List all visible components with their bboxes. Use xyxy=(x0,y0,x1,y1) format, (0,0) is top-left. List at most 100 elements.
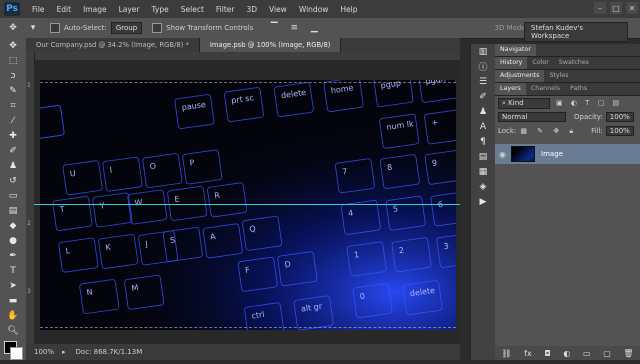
tab-channels[interactable]: Channels xyxy=(526,83,565,95)
tab-swatches[interactable]: Swatches xyxy=(554,57,594,69)
character-panel-icon[interactable]: A xyxy=(471,119,495,134)
tab-adjustments[interactable]: Adjustments xyxy=(495,70,545,82)
workspace-dropdown[interactable]: Stefan Kudev's Workspace xyxy=(524,22,628,42)
crop-tool-icon[interactable]: ⌗ xyxy=(0,98,26,113)
right-panel-dock: Navigator History Color Swatches Adjustm… xyxy=(495,44,640,360)
menu-file[interactable]: File xyxy=(26,5,51,14)
pen-tool-icon[interactable]: ✒ xyxy=(0,248,26,263)
menu-image[interactable]: Image xyxy=(77,5,113,14)
clone-stamp-icon[interactable]: ♟ xyxy=(0,158,26,173)
collapsed-panels: ▥ ⓘ ☰ ✐ ♟ A ¶ ▤ ▦ ◈ ▶ xyxy=(470,44,495,360)
healing-brush-icon[interactable]: ✚ xyxy=(0,128,26,143)
layer-filter-row: ⌕ Kind ▣ ◐ T ▢ ▤ xyxy=(495,96,640,110)
document-tabs: Our Company.psd @ 34.2% (Image, RGB/8) *… xyxy=(26,38,460,52)
keycap-label: W xyxy=(134,198,143,208)
folder-icon[interactable]: ▭ xyxy=(583,349,591,358)
menu-filter[interactable]: Filter xyxy=(210,5,241,14)
history-brush-icon[interactable]: ↺ xyxy=(0,173,26,188)
color-swatches[interactable] xyxy=(0,338,26,364)
layer-row-image[interactable]: ◉ Image xyxy=(495,144,640,164)
zoom-level[interactable]: 100% xyxy=(26,348,62,356)
clone-source-icon[interactable]: ♟ xyxy=(471,104,495,119)
actions-panel-icon[interactable]: ▶ xyxy=(471,194,495,209)
document-canvas[interactable]: pause prt sc delete home pgup pgdn num lk +7 8 9 4… xyxy=(40,80,456,330)
hand-tool-icon[interactable]: ✋ xyxy=(0,308,26,323)
eyedropper-icon[interactable]: ⁄ xyxy=(0,113,26,128)
brush-panel-icon[interactable]: ✐ xyxy=(471,89,495,104)
close-icon[interactable]: ✕ xyxy=(626,2,638,14)
3d-panel-icon[interactable]: ◈ xyxy=(471,179,495,194)
move-tool-icon[interactable]: ✥ xyxy=(0,38,26,53)
dodge-tool-icon[interactable]: ● xyxy=(0,233,26,248)
tab-layers[interactable]: Layers xyxy=(495,83,526,95)
menu-edit[interactable]: Edit xyxy=(51,5,78,14)
background-color[interactable] xyxy=(10,347,23,360)
menu-type[interactable]: Type xyxy=(146,5,175,14)
show-transform-checkbox[interactable] xyxy=(152,23,163,33)
tab-our-company[interactable]: Our Company.psd @ 34.2% (Image, RGB/8) * xyxy=(26,38,200,52)
blur-tool-icon[interactable]: ◆ xyxy=(0,218,26,233)
menu-layer[interactable]: Layer xyxy=(113,5,146,14)
notes-panel-icon[interactable]: ▤ xyxy=(471,149,495,164)
tab-image[interactable]: Image.psb @ 100% (Image, RGB/8) xyxy=(199,38,342,52)
mask-icon[interactable]: ◘ xyxy=(544,349,550,358)
auto-select-dropdown[interactable]: Group xyxy=(110,22,143,34)
keycap-label: ctrl xyxy=(251,310,265,321)
history-group: History Color Swatches xyxy=(495,57,640,70)
guide-horizontal-1[interactable] xyxy=(34,204,460,205)
quick-select-icon[interactable]: ✎ xyxy=(0,83,26,98)
gradient-tool-icon[interactable]: ▤ xyxy=(0,203,26,218)
tool-preset-dropdown-icon[interactable]: ▾ xyxy=(26,22,40,34)
adjustment-icon[interactable]: ◐ xyxy=(563,349,570,358)
menu-3d[interactable]: 3D xyxy=(240,5,263,14)
ruler-label-1: 1 xyxy=(27,82,31,89)
paragraph-panel-icon[interactable]: ¶ xyxy=(471,134,495,149)
info-panel-icon[interactable]: ⓘ xyxy=(471,59,495,74)
link-icon[interactable]: ⛓ xyxy=(501,349,511,358)
filter-icons[interactable]: ▣ ◐ T ▢ ▤ xyxy=(556,99,622,107)
layers-group: Layers Channels Paths xyxy=(495,83,640,96)
new-layer-icon[interactable]: ▢ xyxy=(603,349,611,358)
tools-panel: ✥ ⬚ ↄ ✎ ⌗ ⁄ ✚ ✐ ♟ ↺ ▭ ▤ ◆ ● ✒ T ➤ ▬ ✋ 🔍︎ xyxy=(0,38,27,360)
eraser-tool-icon[interactable]: ▭ xyxy=(0,188,26,203)
lock-icons[interactable]: ▦ ✎ ✥ 🔒︎ xyxy=(520,127,577,136)
menu-view[interactable]: View xyxy=(263,5,293,14)
tab-history[interactable]: History xyxy=(495,57,528,69)
properties-panel-icon[interactable]: ☰ xyxy=(471,74,495,89)
lock-row: Lock: ▦ ✎ ✥ 🔒︎ Fill: 100% xyxy=(495,124,640,138)
maximize-icon[interactable]: □ xyxy=(610,2,622,14)
fx-icon[interactable]: fx xyxy=(524,349,532,358)
menu-select[interactable]: Select xyxy=(175,5,210,14)
trash-icon[interactable]: 🗑︎ xyxy=(623,349,633,358)
doc-size: Doc: 868.7K/1.13M xyxy=(75,348,143,356)
tab-color[interactable]: Color xyxy=(527,57,553,69)
eye-icon[interactable]: ◉ xyxy=(499,150,506,159)
align-middle-icon[interactable]: ≡ xyxy=(287,22,301,34)
path-select-icon[interactable]: ➤ xyxy=(0,278,26,293)
shape-tool-icon[interactable]: ▬ xyxy=(0,293,26,308)
align-top-icon[interactable]: ▔ xyxy=(267,22,281,34)
lock-label: Lock: xyxy=(498,127,517,135)
blend-mode-dropdown[interactable]: Normal xyxy=(498,112,566,122)
app-logo: Ps xyxy=(4,2,20,16)
minimize-icon[interactable]: – xyxy=(594,2,606,14)
opacity-field[interactable]: 100% xyxy=(605,112,634,122)
brush-tool-icon[interactable]: ✐ xyxy=(0,143,26,158)
align-bottom-icon[interactable]: ▁ xyxy=(307,22,321,34)
filter-kind-dropdown[interactable]: ⌕ Kind xyxy=(498,97,550,109)
tab-navigator[interactable]: Navigator xyxy=(495,44,536,56)
move-tool-icon[interactable]: ✥ xyxy=(6,22,20,34)
auto-select-checkbox[interactable] xyxy=(50,23,60,33)
timeline-panel-icon[interactable]: ▦ xyxy=(471,164,495,179)
tab-styles[interactable]: Styles xyxy=(544,70,573,82)
selection-edge-bottom xyxy=(40,327,456,328)
type-tool-icon[interactable]: T xyxy=(0,263,26,278)
marquee-tool-icon[interactable]: ⬚ xyxy=(0,53,26,68)
menu-help[interactable]: Help xyxy=(334,5,363,14)
menu-window[interactable]: Window xyxy=(293,5,335,14)
lasso-tool-icon[interactable]: ↄ xyxy=(0,68,26,83)
tab-paths[interactable]: Paths xyxy=(565,83,592,95)
zoom-tool-icon[interactable]: 🔍︎ xyxy=(0,323,26,338)
fill-field[interactable]: 100% xyxy=(605,126,634,136)
history-panel-icon[interactable]: ▥ xyxy=(471,44,495,59)
